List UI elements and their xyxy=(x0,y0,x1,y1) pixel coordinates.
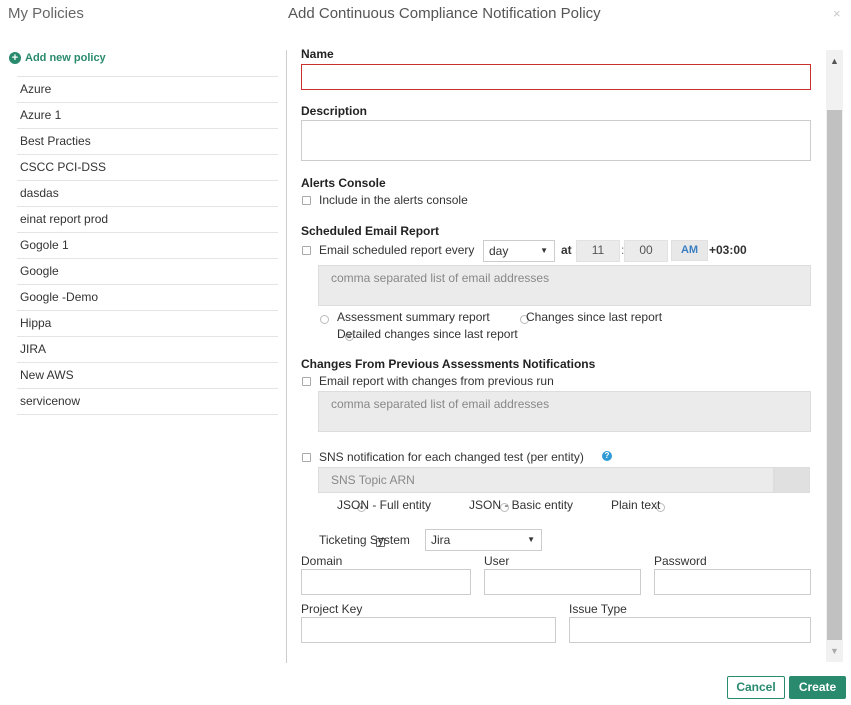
cancel-button[interactable]: Cancel xyxy=(727,676,785,699)
user-label: User xyxy=(484,554,510,568)
frequency-select[interactable]: day ▼ xyxy=(483,240,555,262)
ticketing-system-select[interactable]: Jira ▼ xyxy=(425,529,542,551)
json-basic-label: JSON - Basic entity xyxy=(469,498,574,512)
alerts-console-title: Alerts Console xyxy=(301,176,386,190)
password-input[interactable] xyxy=(654,569,811,595)
ticketing-checkbox-label: Ticketing System xyxy=(319,533,410,547)
scrollbar-thumb[interactable] xyxy=(827,110,842,640)
scheduled-email-input[interactable]: comma separated list of email addresses xyxy=(318,265,811,306)
sns-topic-input[interactable]: SNS Topic ARN xyxy=(318,467,774,493)
policy-list-item[interactable]: Hippa xyxy=(17,310,278,336)
changes-email-input[interactable]: comma separated list of email addresses xyxy=(318,391,811,432)
policy-list-item[interactable]: dasdas xyxy=(17,180,278,206)
add-new-policy-button[interactable]: + Add new policy xyxy=(9,52,106,64)
policy-list-item[interactable]: Azure 1 xyxy=(17,102,278,128)
caret-down-icon: ▼ xyxy=(527,535,535,544)
assessment-summary-radio[interactable] xyxy=(320,315,329,324)
scroll-up-arrow-icon[interactable]: ▲ xyxy=(826,56,843,66)
frequency-select-value: day xyxy=(489,244,509,258)
sns-checkbox[interactable] xyxy=(302,453,311,462)
domain-input[interactable] xyxy=(301,569,471,595)
policy-list-item[interactable]: CSCC PCI-DSS xyxy=(17,154,278,180)
policy-list-item[interactable]: New AWS xyxy=(17,362,278,388)
name-label: Name xyxy=(301,47,334,61)
policy-list-item[interactable]: servicenow xyxy=(17,388,278,415)
create-button[interactable]: Create xyxy=(789,676,846,699)
policy-list-item[interactable]: Azure xyxy=(17,76,278,102)
caret-down-icon: ▼ xyxy=(540,246,548,255)
assessment-summary-label: Assessment summary report xyxy=(337,310,490,324)
policy-list-item[interactable]: Gogole 1 xyxy=(17,232,278,258)
page-title: My Policies xyxy=(8,5,84,22)
detailed-changes-label: Detailed changes since last report xyxy=(337,327,518,341)
policy-list-item[interactable]: Best Practies xyxy=(17,128,278,154)
sns-topic-addon xyxy=(774,467,810,493)
user-input[interactable] xyxy=(484,569,641,595)
password-label: Password xyxy=(654,554,707,568)
changes-email-checkbox-label: Email report with changes from previous … xyxy=(319,374,554,388)
ampm-toggle[interactable]: AM xyxy=(671,240,708,261)
domain-label: Domain xyxy=(301,554,343,568)
dialog-title: Add Continuous Compliance Notification P… xyxy=(288,5,601,22)
json-full-label: JSON - Full entity xyxy=(337,498,432,512)
alerts-console-checkbox[interactable] xyxy=(302,196,311,205)
scheduled-report-title: Scheduled Email Report xyxy=(301,224,440,238)
help-icon[interactable]: ? xyxy=(602,451,612,461)
alerts-console-checkbox-label: Include in the alerts console xyxy=(319,193,468,207)
scroll-down-arrow-icon[interactable]: ▼ xyxy=(826,646,843,656)
policy-list: Azure Azure 1 Best Practies CSCC PCI-DSS… xyxy=(17,76,278,415)
description-label: Description xyxy=(301,104,368,118)
policy-list-item[interactable]: Google -Demo xyxy=(17,284,278,310)
at-label: at xyxy=(561,243,572,257)
name-input[interactable] xyxy=(301,64,811,90)
panel-divider xyxy=(286,50,287,663)
hour-input[interactable]: 11 xyxy=(576,240,620,262)
add-new-policy-label: Add new policy xyxy=(25,52,106,64)
description-textarea[interactable] xyxy=(301,120,811,161)
policy-list-item[interactable]: Google xyxy=(17,258,278,284)
changes-email-checkbox[interactable] xyxy=(302,377,311,386)
scheduled-report-checkbox-label: Email scheduled report every xyxy=(319,243,475,257)
sns-checkbox-label: SNS notification for each changed test (… xyxy=(319,450,584,464)
policy-list-item[interactable]: einat report prod xyxy=(17,206,278,232)
ticketing-system-value: Jira xyxy=(431,533,451,547)
issue-type-input[interactable] xyxy=(569,617,811,643)
project-key-label: Project Key xyxy=(301,602,363,616)
plain-text-label: Plain text xyxy=(611,498,661,512)
project-key-input[interactable] xyxy=(301,617,556,643)
plus-circle-icon: + xyxy=(9,52,21,64)
changes-notifications-title: Changes From Previous Assessments Notifi… xyxy=(301,357,596,371)
changes-since-last-label: Changes since last report xyxy=(526,310,663,324)
issue-type-label: Issue Type xyxy=(569,602,627,616)
policy-list-item[interactable]: JIRA xyxy=(17,336,278,362)
scheduled-report-checkbox[interactable] xyxy=(302,246,311,255)
close-icon[interactable]: × xyxy=(833,6,841,21)
timezone-label: +03:00 xyxy=(709,243,747,257)
minute-input[interactable]: 00 xyxy=(624,240,668,262)
